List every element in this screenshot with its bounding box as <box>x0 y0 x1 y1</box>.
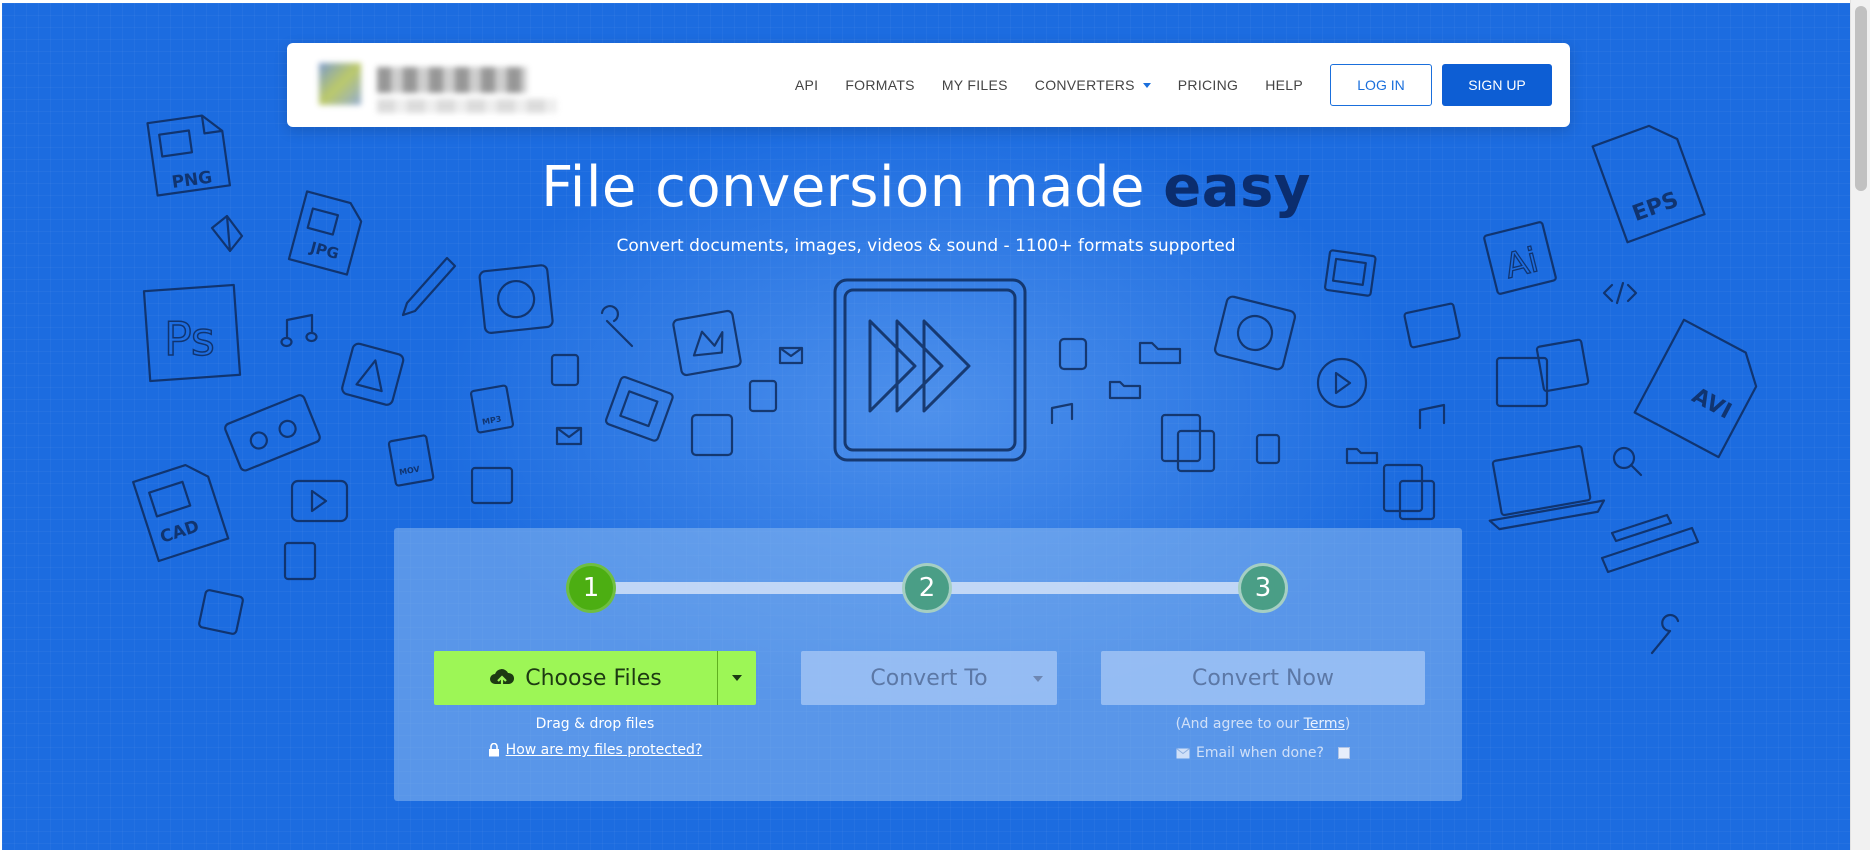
hero-subtitle: Convert documents, images, videos & soun… <box>616 236 1236 256</box>
terms-suffix: ) <box>1344 716 1351 732</box>
clipboard-icon <box>1160 413 1216 473</box>
code-icon <box>1602 281 1638 305</box>
choose-files-button-group: Choose Files <box>434 651 756 705</box>
scrollbar-thumb[interactable] <box>1855 6 1867 191</box>
clipboard-2-icon <box>1382 463 1436 521</box>
envelope-icon <box>1176 747 1190 758</box>
mail-icon <box>555 426 583 446</box>
top-navbar: API FORMATS MY FILES CONVERTERS PRICING … <box>287 43 1570 127</box>
magnifier-icon <box>1612 446 1636 470</box>
doc-small-icon <box>550 353 580 387</box>
reload-icon <box>478 264 554 334</box>
nav-links: API FORMATS MY FILES CONVERTERS PRICING … <box>795 43 1570 127</box>
site-logo[interactable] <box>299 49 559 121</box>
chevron-down-icon <box>1033 676 1043 682</box>
choose-files-dropdown[interactable] <box>717 651 756 705</box>
wrench-icon <box>600 305 634 348</box>
avi-file-icon <box>1633 318 1758 459</box>
pen-doodle-icon <box>1610 513 1673 543</box>
doc-small-3-icon <box>1255 433 1281 465</box>
hero-title-main: File conversion made <box>541 155 1164 220</box>
cad-file-icon <box>132 463 230 563</box>
ps-doodle-label: Ps <box>164 312 215 366</box>
image-stack-icon <box>1324 249 1377 297</box>
photoshop-icon <box>142 283 242 383</box>
nav-api[interactable]: API <box>795 77 818 93</box>
cad-doodle-label: CAD <box>158 516 202 547</box>
terms-prefix: (And agree to our <box>1175 716 1304 732</box>
hero-title: File conversion made easy <box>2 155 1850 220</box>
nav-pricing[interactable]: PRICING <box>1178 77 1238 93</box>
cassette-icon <box>224 394 321 472</box>
email-when-done-label: Email when done? <box>1196 745 1324 761</box>
nav-help[interactable]: HELP <box>1265 77 1303 93</box>
signup-button[interactable]: SIGN UP <box>1442 64 1552 106</box>
reload-2-icon <box>1213 295 1297 371</box>
play-circle-icon <box>1316 357 1368 409</box>
contact-card-icon <box>690 413 734 457</box>
hero-title-emphasis: easy <box>1163 155 1311 220</box>
music-note-2-icon <box>1050 402 1074 425</box>
mov-file-icon <box>387 434 435 487</box>
image-frame-icon <box>1495 338 1590 408</box>
converter-panel: 1 2 3 Choose Files Convert To Convert No… <box>394 528 1462 801</box>
nav-converters-label: CONVERTERS <box>1034 77 1135 93</box>
step-1-indicator: 1 <box>566 563 616 613</box>
convert-to-label: Convert To <box>870 665 988 691</box>
pencil-icon <box>401 256 457 317</box>
choose-files-label: Choose Files <box>525 665 662 691</box>
fast-forward-icon <box>833 278 1027 462</box>
chevron-down-icon <box>732 675 742 681</box>
avi-doodle-label: AVI <box>1688 383 1736 424</box>
chevron-down-icon <box>1142 82 1151 88</box>
audio-doc-icon <box>1058 337 1088 371</box>
mp3-file-icon <box>470 384 514 434</box>
wrench-2-icon <box>1650 613 1680 655</box>
disk-icon <box>198 589 244 635</box>
nav-formats[interactable]: FORMATS <box>845 77 915 93</box>
ai-file-icon <box>1483 221 1557 295</box>
login-button[interactable]: LOG IN <box>1330 64 1432 106</box>
folder-small-icon <box>1108 380 1142 400</box>
film-icon <box>604 375 674 442</box>
music-note-3-icon <box>1418 403 1446 430</box>
step-3-indicator: 3 <box>1238 563 1288 613</box>
music-note-icon <box>280 313 318 348</box>
mp3-doodle-label: MP3 <box>481 414 502 426</box>
nav-converters[interactable]: CONVERTERS <box>1035 77 1151 93</box>
ruler-icon <box>1600 526 1700 574</box>
laptop-icon <box>1488 445 1606 531</box>
picture-doc-icon <box>470 466 514 505</box>
email-when-done-row: Email when done? <box>1101 745 1425 761</box>
step-2-indicator: 2 <box>902 563 952 613</box>
drag-drop-hint: Drag & drop files <box>535 716 655 732</box>
video-strip-icon <box>1403 302 1461 349</box>
slides-icon <box>672 309 742 377</box>
cloud-upload-icon <box>490 669 515 687</box>
page-scrollbar[interactable] <box>1850 0 1870 850</box>
lock-icon <box>488 743 499 757</box>
email-when-done-checkbox[interactable] <box>1337 747 1350 759</box>
files-protected-link[interactable]: How are my files protected? <box>506 742 703 758</box>
nav-my-files[interactable]: MY FILES <box>942 77 1008 93</box>
triangle-icon <box>341 342 405 406</box>
envelope-doodle-icon <box>778 346 804 365</box>
play-box-icon <box>290 479 349 523</box>
convert-now-button[interactable]: Convert Now <box>1101 651 1425 705</box>
folder-2-icon <box>1345 447 1379 465</box>
files-protected-row: How are my files protected? <box>434 742 756 758</box>
doc-small-2-icon <box>748 379 778 413</box>
terms-notice: (And agree to our Terms) <box>1101 716 1425 732</box>
choose-files-button[interactable]: Choose Files <box>434 651 717 705</box>
folder-icon <box>1138 341 1182 365</box>
terms-link[interactable]: Terms <box>1304 716 1345 732</box>
convert-to-select[interactable]: Convert To <box>801 651 1057 705</box>
small-doc-icon <box>283 541 317 581</box>
mov-doodle-label: MOV <box>398 464 421 477</box>
hero-section: PNG JPG Ps CAD EPS Ai AVI MOV MP3 API FO… <box>2 3 1850 850</box>
